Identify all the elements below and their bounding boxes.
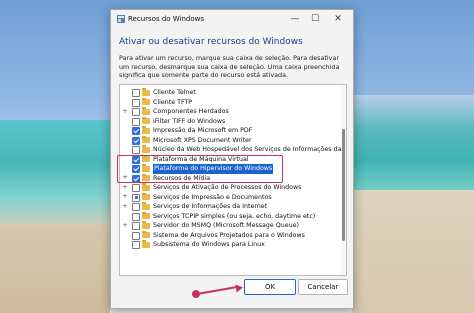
folder-icon — [142, 97, 150, 105]
feature-label[interactable]: Serviços de Ativação de Processos do Win… — [153, 183, 301, 193]
feature-checkbox[interactable] — [132, 98, 140, 107]
folder-icon — [142, 107, 150, 115]
folder-icon — [142, 145, 150, 153]
feature-label[interactable]: Subsistema do Windows para Linux — [153, 240, 265, 250]
ok-button[interactable]: OK — [244, 279, 296, 295]
feature-label[interactable]: Núcleo da Web Hospedável dos Serviços de… — [153, 145, 341, 155]
feature-checkbox[interactable] — [132, 212, 140, 221]
feature-row[interactable]: + Serviços de Ativação de Processos do Wi… — [120, 183, 340, 193]
beach-sand-left — [0, 225, 110, 313]
expand-icon[interactable]: + — [122, 194, 128, 200]
scrollbar-thumb[interactable] — [342, 129, 345, 241]
maximize-button[interactable]: ☐ — [308, 13, 322, 26]
feature-row[interactable]: Microsoft XPS Document Writer — [120, 135, 340, 146]
feature-label[interactable]: Microsoft XPS Document Writer — [153, 136, 252, 146]
feature-checkbox[interactable] — [132, 127, 140, 135]
feature-label[interactable]: Sistema de Arquivos Projetados para o Wi… — [153, 231, 305, 241]
expand-icon[interactable]: + — [122, 222, 128, 229]
feature-row[interactable]: Núcleo da Web Hospedável dos Serviços de… — [120, 145, 341, 155]
cancel-button[interactable]: Cancelar — [298, 279, 348, 295]
feature-label[interactable]: Serviços de Informações da Internet — [153, 202, 267, 212]
feature-row[interactable]: + Serviços de Informações da Internet — [120, 202, 340, 212]
folder-icon — [142, 192, 150, 200]
feature-label[interactable]: Cliente TFTP — [153, 98, 192, 108]
feature-label[interactable]: Serviços TCPIP simples (ou seja, echo, d… — [153, 212, 315, 222]
folder-icon — [142, 221, 150, 229]
feature-row[interactable]: Serviços TCPIP simples (ou seja, echo, d… — [120, 211, 340, 222]
feature-row[interactable]: Cliente Telnet — [120, 88, 340, 98]
close-button[interactable]: ✕ — [331, 13, 345, 26]
feature-row[interactable]: iFilter TIFF do Windows — [120, 116, 340, 127]
feature-label[interactable]: Componentes Herdados — [153, 107, 229, 117]
feature-label[interactable]: Serviços de Impressão e Documentos — [153, 193, 272, 203]
beach-sea-left — [0, 120, 110, 230]
window-title: Recursos do Windows — [128, 15, 205, 23]
windows-features-app-icon — [117, 15, 125, 23]
feature-label[interactable]: Cliente Telnet — [153, 88, 196, 98]
features-scrollbar[interactable] — [341, 85, 346, 275]
title-bar[interactable]: Recursos do Windows — ☐ ✕ — [111, 10, 353, 30]
feature-row[interactable]: + Servidor do MSMQ (Microsoft Message Que… — [120, 221, 340, 231]
feature-checkbox[interactable] — [132, 184, 140, 192]
feature-checkbox[interactable] — [132, 193, 140, 202]
folder-icon — [142, 211, 150, 219]
feature-checkbox[interactable] — [132, 203, 140, 211]
annotation-arrow-head — [235, 283, 244, 293]
folder-icon — [142, 202, 150, 210]
feature-checkbox[interactable] — [132, 136, 140, 145]
feature-checkbox[interactable] — [132, 222, 140, 230]
folder-icon — [142, 88, 150, 96]
dialog-description: Para ativar um recurso, marque sua caixa… — [119, 54, 340, 80]
feature-row[interactable]: Subsistema do Windows para Linux — [120, 240, 340, 250]
beach-sea-right — [352, 95, 474, 195]
feature-checkbox[interactable] — [132, 231, 140, 240]
expand-icon[interactable]: + — [122, 184, 128, 191]
feature-row[interactable]: Sistema de Arquivos Projetados para o Wi… — [120, 230, 340, 241]
dialog-heading: Ativar ou desativar recursos do Windows — [119, 37, 303, 47]
folder-icon — [142, 230, 150, 238]
annotation-highlight-box — [117, 155, 283, 183]
feature-checkbox[interactable] — [132, 89, 140, 97]
expand-icon[interactable]: + — [122, 203, 128, 210]
feature-label[interactable]: iFilter TIFF do Windows — [153, 117, 225, 127]
folder-icon — [142, 126, 150, 134]
folder-icon — [142, 183, 150, 191]
folder-icon — [142, 135, 150, 143]
feature-row[interactable]: + Serviços de Impressão e Documentos — [120, 192, 340, 203]
folder-icon — [142, 116, 150, 124]
minimize-button[interactable]: — — [288, 13, 302, 26]
feature-checkbox[interactable] — [132, 241, 140, 249]
expand-icon[interactable]: + — [122, 108, 128, 115]
feature-label[interactable]: Impressão da Microsoft em PDF — [153, 126, 252, 136]
feature-checkbox[interactable] — [132, 146, 140, 154]
feature-checkbox[interactable] — [132, 117, 140, 126]
feature-row[interactable]: Impressão da Microsoft em PDF — [120, 126, 340, 136]
feature-row[interactable]: Cliente TFTP — [120, 97, 340, 108]
feature-row[interactable]: + Componentes Herdados — [120, 107, 340, 117]
folder-icon — [142, 240, 150, 248]
feature-label[interactable]: Servidor do MSMQ (Microsoft Message Queu… — [153, 221, 299, 231]
beach-sand-right — [352, 190, 474, 313]
feature-checkbox[interactable] — [132, 108, 140, 116]
